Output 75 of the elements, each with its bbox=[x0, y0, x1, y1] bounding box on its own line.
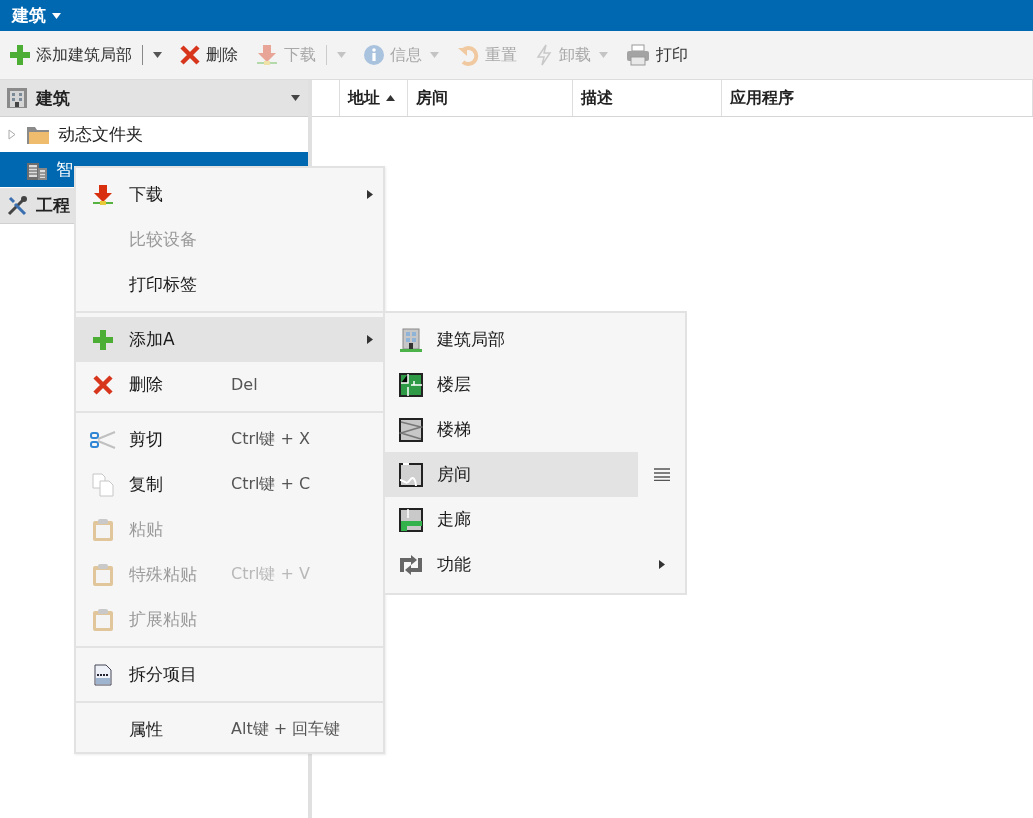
menu-icon[interactable] bbox=[653, 468, 670, 481]
column-title: 房间 bbox=[416, 87, 448, 109]
reset-icon bbox=[457, 44, 479, 66]
shortcut-text: Ctrl键 + C bbox=[231, 474, 312, 495]
menu-item[interactable]: 走廊 bbox=[385, 497, 638, 542]
caret-icon bbox=[153, 52, 162, 58]
clipboard-icon bbox=[91, 517, 114, 542]
column-title: 描述 bbox=[581, 87, 613, 109]
tree-item[interactable]: 动态文件夹 bbox=[0, 117, 308, 152]
panel-title: 建筑 bbox=[36, 86, 71, 110]
shortcut-text: Ctrl键 + V bbox=[231, 564, 311, 585]
shortcut-text: Ctrl键 + X bbox=[231, 429, 311, 450]
printer-icon bbox=[626, 44, 650, 66]
building-icon bbox=[400, 327, 422, 352]
column-header[interactable]: 应用程序 bbox=[722, 80, 1033, 116]
folder-icon bbox=[26, 124, 50, 145]
column-header[interactable]: 地址 bbox=[340, 80, 408, 116]
tree-item-label: 动态文件夹 bbox=[58, 123, 143, 146]
menu-item[interactable]: 楼层 bbox=[385, 362, 638, 407]
column-title: 地址 bbox=[348, 87, 380, 109]
column-title: 应用程序 bbox=[730, 87, 794, 109]
column-header[interactable]: 描述 bbox=[573, 80, 722, 116]
menu-item[interactable]: 房间 bbox=[385, 452, 638, 497]
refresh-arrows-icon bbox=[399, 553, 423, 576]
plus-icon bbox=[10, 45, 30, 65]
caret-icon bbox=[291, 95, 300, 101]
toolbar-button[interactable]: 删除 bbox=[178, 42, 240, 68]
building-icon bbox=[6, 87, 28, 109]
column-header[interactable]: 房间 bbox=[408, 80, 573, 116]
menu-item[interactable]: 复制 Ctrl键 + C bbox=[76, 462, 383, 507]
menu-item[interactable]: 剪切 Ctrl键 + X bbox=[76, 417, 383, 462]
corridor-plan-icon bbox=[399, 507, 423, 532]
tree-item-label: 智 bbox=[56, 158, 73, 181]
menu-item[interactable]: 下载 bbox=[76, 172, 383, 217]
shortcut-text: Alt键 + 回车键 bbox=[231, 719, 342, 740]
download-icon bbox=[91, 183, 114, 206]
menu-item[interactable]: 属性 Alt键 + 回车键 bbox=[76, 707, 383, 752]
submenu-arrow-icon bbox=[367, 190, 373, 199]
shortcut-text: Del bbox=[231, 375, 259, 394]
delete-icon bbox=[92, 374, 113, 395]
menu-item[interactable]: 添加A bbox=[76, 317, 383, 362]
menu-item[interactable]: 功能 bbox=[385, 542, 638, 587]
panel-header[interactable]: 建筑 bbox=[0, 80, 308, 117]
info-icon bbox=[364, 45, 384, 65]
caret-icon bbox=[337, 52, 346, 58]
caret-icon bbox=[52, 12, 61, 19]
toolbar-button[interactable]: 打印 bbox=[624, 42, 690, 68]
caret-icon bbox=[430, 52, 439, 58]
app-menu-button[interactable]: 建筑 bbox=[12, 4, 61, 27]
submenu-arrow-icon bbox=[658, 560, 665, 569]
menu-item[interactable]: 楼梯 bbox=[385, 407, 638, 452]
menu-item[interactable]: 打印标签 bbox=[76, 262, 383, 307]
menu-item[interactable]: 删除 Del bbox=[76, 362, 383, 407]
menu-item[interactable]: 建筑局部 bbox=[385, 317, 638, 362]
section-title: 工程 bbox=[36, 194, 70, 217]
submenu-arrow-icon bbox=[367, 335, 373, 344]
room-icon bbox=[399, 462, 423, 487]
caret-icon bbox=[599, 52, 608, 58]
plus-icon bbox=[92, 329, 113, 350]
delete-icon bbox=[180, 45, 200, 65]
menu-item[interactable]: 拆分项目 bbox=[76, 652, 383, 697]
dropdown-button[interactable] bbox=[151, 50, 164, 60]
scissors-icon bbox=[89, 429, 116, 450]
toolbar-button[interactable]: 添加建筑局部 bbox=[8, 42, 134, 68]
copy-icon bbox=[91, 472, 114, 497]
lightning-icon bbox=[535, 44, 553, 66]
sort-ascending-icon bbox=[386, 95, 395, 101]
floor-plan-icon bbox=[399, 372, 423, 397]
stairs-icon bbox=[399, 417, 423, 442]
expand-arrow-icon[interactable] bbox=[8, 129, 16, 140]
download-icon bbox=[256, 44, 278, 66]
tools-icon bbox=[6, 194, 28, 217]
document-icon bbox=[93, 663, 112, 686]
clipboard-icon bbox=[91, 562, 114, 587]
clipboard-icon bbox=[91, 607, 114, 632]
